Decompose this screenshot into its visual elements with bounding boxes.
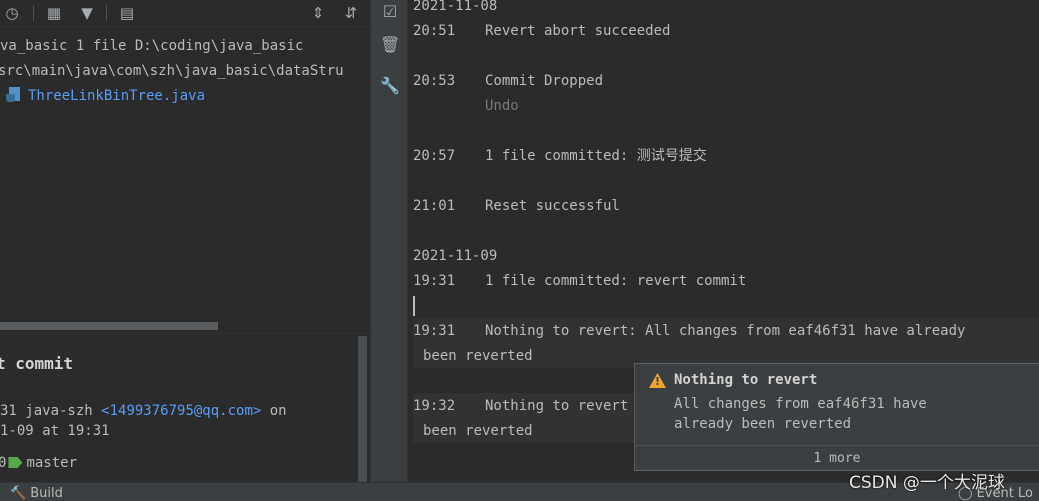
log-message: 1 file committed: revert commit bbox=[485, 273, 747, 289]
commit-details-panel: ◷ ▦ ▼ ▤ ⇕ ⇵ va_basic 1 file D:\coding\ja… bbox=[0, 0, 370, 482]
commit-title: t commit bbox=[0, 354, 74, 373]
watermark: CSDN @一个大泥球 bbox=[849, 473, 1005, 493]
commit-date: 1-09 at 19:31 bbox=[0, 423, 110, 439]
mark-all-read-icon[interactable]: ☑ bbox=[380, 2, 400, 22]
horizontal-scrollbar[interactable] bbox=[0, 322, 218, 330]
commit-author-line: 31 java-szh <1499376795@qq.com> on bbox=[0, 401, 287, 421]
tree-path-row[interactable]: src\main\java\com\szh\java_basic\dataStr… bbox=[0, 61, 344, 81]
author-email-link[interactable]: <1499376795@qq.com> bbox=[101, 403, 261, 419]
java-file-icon bbox=[6, 87, 22, 103]
log-message: Revert abort succeeded bbox=[485, 23, 671, 39]
log-entry[interactable]: 20:51 Revert abort succeeded bbox=[413, 21, 670, 41]
log-date-header: 2021-11-09 bbox=[413, 248, 498, 264]
file-name: ThreeLinkBinTree.java bbox=[28, 88, 206, 104]
log-time: 20:53 bbox=[413, 73, 456, 89]
commit-branch-line: 0 master bbox=[0, 453, 77, 473]
log-message: Reset successful bbox=[485, 198, 620, 214]
log-entry[interactable]: 20:57 1 file committed: 测试号提交 bbox=[413, 146, 707, 166]
branch-tag-icon bbox=[8, 457, 23, 468]
undo-link[interactable]: Undo bbox=[485, 98, 519, 114]
vertical-scrollbar[interactable] bbox=[358, 336, 367, 482]
tree-root-row[interactable]: va_basic 1 file D:\coding\java_basic bbox=[0, 36, 303, 56]
build-tab-label: Build bbox=[30, 486, 63, 501]
notification-title: Nothing to revert bbox=[674, 372, 818, 388]
text-caret bbox=[413, 296, 415, 316]
notification-body: All changes from eaf46f31 have already b… bbox=[674, 396, 927, 432]
toolbar-separator bbox=[106, 5, 107, 21]
log-time: 19:32 bbox=[413, 398, 456, 414]
log-entry-continuation: been reverted bbox=[423, 348, 533, 364]
log-entry[interactable]: 20:53 Commit Dropped bbox=[413, 71, 603, 91]
log-message: Nothing to revert: All changes from eaf4… bbox=[485, 323, 966, 339]
log-message: 1 file committed: 测试号提交 bbox=[485, 148, 707, 164]
log-time: 20:57 bbox=[413, 148, 456, 164]
tree-file-row[interactable]: ThreeLinkBinTree.java bbox=[6, 86, 205, 106]
build-tab[interactable]: 🔨 Build bbox=[10, 485, 63, 501]
log-time: 19:31 bbox=[413, 323, 456, 339]
log-time: 19:31 bbox=[413, 273, 456, 289]
branch-name[interactable]: master bbox=[26, 455, 77, 471]
branch-prefix: 0 bbox=[0, 455, 7, 471]
log-entry[interactable]: 19:31 Nothing to revert: All changes from… bbox=[413, 321, 965, 341]
log-entry-continuation: been reverted bbox=[423, 423, 533, 439]
filter-icon[interactable]: ▼ bbox=[77, 3, 97, 23]
log-entry[interactable]: 19:31 1 file committed: revert commit bbox=[413, 271, 746, 291]
log-message: Commit Dropped bbox=[485, 73, 604, 89]
changes-toolbar: ◷ ▦ ▼ ▤ ⇕ ⇵ bbox=[0, 0, 370, 27]
history-icon[interactable]: ◷ bbox=[2, 3, 22, 23]
commit-detail-section: t commit 31 java-szh <1499376795@qq.com>… bbox=[0, 333, 370, 482]
settings-wrench-icon[interactable]: 🔧 bbox=[380, 76, 400, 96]
log-entry[interactable]: 19:32 Nothing to revert bbox=[413, 396, 628, 416]
tree-root-label: va_basic 1 file D:\coding\java_basic bbox=[0, 38, 304, 54]
notification-balloon[interactable]: ! Nothing to revert All changes from eaf… bbox=[634, 363, 1039, 471]
log-entry[interactable]: 21:01 Reset successful bbox=[413, 196, 620, 216]
expand-all-icon[interactable]: ⇕ bbox=[308, 3, 328, 23]
toolbar-separator bbox=[33, 5, 34, 21]
clear-all-icon[interactable]: 🗑 bbox=[380, 35, 400, 55]
log-date-header: 2021-11-08 bbox=[413, 0, 498, 14]
log-entry-action: Undo bbox=[485, 96, 519, 116]
event-log-toolbar: ☑ 🗑 🔧 bbox=[370, 0, 408, 482]
log-message: Nothing to revert bbox=[485, 398, 629, 414]
layout-icon[interactable]: ▤ bbox=[117, 3, 137, 23]
log-time: 20:51 bbox=[413, 23, 456, 39]
commit-hash-author: 31 java-szh bbox=[0, 403, 102, 419]
collapse-all-icon[interactable]: ⇵ bbox=[341, 3, 361, 23]
log-time: 21:01 bbox=[413, 198, 456, 214]
commit-author-on: on bbox=[261, 403, 287, 419]
group-by-icon[interactable]: ▦ bbox=[44, 3, 64, 23]
warning-icon: ! bbox=[649, 373, 666, 388]
hammer-icon: 🔨 bbox=[10, 486, 27, 501]
tree-path-label: src\main\java\com\szh\java_basic\dataStr… bbox=[0, 63, 344, 79]
